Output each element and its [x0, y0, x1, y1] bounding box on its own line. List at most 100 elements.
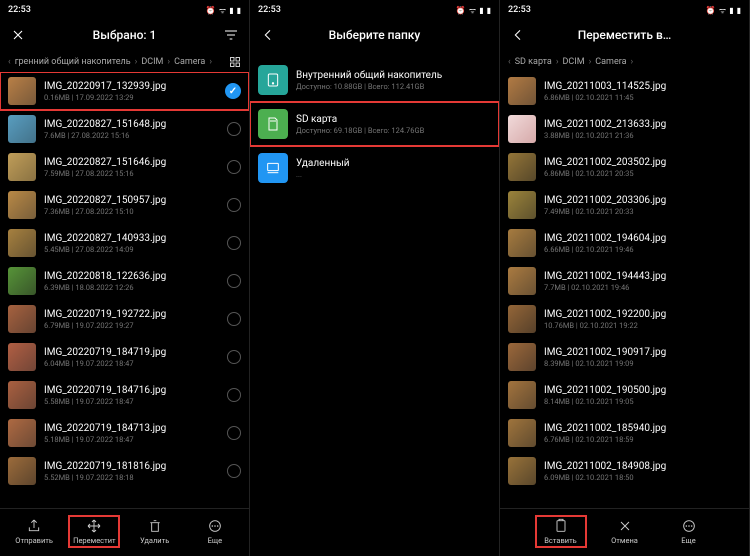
filter-icon [223, 27, 239, 43]
file-row[interactable]: IMG_20220917_132939.jpg0.16MB | 17.09.20… [0, 72, 249, 110]
file-row[interactable]: IMG_20220719_184713.jpg5.18MB | 19.07.20… [0, 414, 249, 452]
remote-icon [258, 153, 288, 183]
file-row[interactable]: IMG_20211003_114525.jpg6.86MB | 02.10.20… [500, 72, 749, 110]
checkbox-unchecked-icon[interactable] [227, 160, 241, 174]
file-row[interactable]: IMG_20211002_203502.jpg6.86MB | 02.10.20… [500, 148, 749, 186]
checkbox-unchecked-icon[interactable] [227, 236, 241, 250]
file-name: IMG_20220719_184716.jpg [44, 385, 219, 396]
chevron-left-icon [260, 27, 276, 43]
file-row[interactable]: IMG_20220818_122636.jpg6.39MB | 18.08.20… [0, 262, 249, 300]
move-icon [86, 518, 102, 534]
breadcrumb-segment: SD карта [515, 57, 552, 67]
more-button[interactable]: Еще [190, 516, 240, 547]
header-title: Выбрано: 1 [0, 28, 249, 42]
file-row[interactable]: IMG_20220827_151646.jpg7.59MB | 27.08.20… [0, 148, 249, 186]
file-meta: 7.36MB | 27.08.2022 15:10 [44, 207, 219, 216]
storage-sub: ... [296, 170, 491, 179]
file-row[interactable]: IMG_20220827_140933.jpg5.45MB | 27.08.20… [0, 224, 249, 262]
file-row[interactable]: IMG_20211002_190500.jpg8.14MB | 02.10.20… [500, 376, 749, 414]
breadcrumb[interactable]: ‹ SD карта › DCIM › Camera › [500, 52, 749, 72]
checkbox-checked-icon[interactable] [225, 83, 241, 99]
send-button[interactable]: Отправить [9, 516, 59, 547]
more-icon [207, 518, 223, 534]
storage-row[interactable]: Внутренний общий накопительДоступно: 10.… [250, 58, 499, 102]
file-row[interactable]: IMG_20211002_203306.jpg7.49MB | 02.10.20… [500, 186, 749, 224]
status-icons: ⏰ ᯤ ▮ ▮ [456, 5, 491, 16]
checkbox-unchecked-icon[interactable] [227, 274, 241, 288]
file-list[interactable]: IMG_20211003_114525.jpg6.86MB | 02.10.20… [500, 72, 749, 508]
thumbnail [508, 191, 536, 219]
storage-list[interactable]: Внутренний общий накопительДоступно: 10.… [250, 52, 499, 556]
move-button[interactable]: Переместит [69, 516, 119, 547]
file-meta: 6.76MB | 02.10.2021 18:59 [544, 435, 741, 444]
breadcrumb[interactable]: ‹ гренний общий накопитель › DCIM › Came… [0, 52, 249, 72]
file-row[interactable]: IMG_20220827_151648.jpg7.6MB | 27.08.202… [0, 110, 249, 148]
file-row[interactable]: IMG_20211002_194443.jpg7.7MB | 02.10.202… [500, 262, 749, 300]
thumbnail [8, 343, 36, 371]
filter-button[interactable] [219, 27, 239, 43]
file-row[interactable]: IMG_20211002_190917.jpg8.39MB | 02.10.20… [500, 338, 749, 376]
move-label: Переместит [73, 536, 116, 545]
paste-label: Вставить [544, 536, 577, 545]
paste-button[interactable]: Вставить [536, 516, 586, 547]
thumbnail [508, 77, 536, 105]
file-row[interactable]: IMG_20220719_184716.jpg5.58MB | 19.07.20… [0, 376, 249, 414]
thumbnail [8, 153, 36, 181]
back-button[interactable] [260, 27, 280, 43]
checkbox-unchecked-icon[interactable] [227, 122, 241, 136]
thumbnail [508, 457, 536, 485]
file-meta: 10.76MB | 02.10.2021 19:22 [544, 321, 741, 330]
delete-label: Удалить [140, 536, 169, 545]
grid-view-icon[interactable] [229, 56, 241, 68]
file-name: IMG_20220827_140933.jpg [44, 233, 219, 244]
file-row[interactable]: IMG_20220719_181816.jpg5.52MB | 19.07.20… [0, 452, 249, 490]
file-row[interactable]: IMG_20211002_185940.jpg6.76MB | 02.10.20… [500, 414, 749, 452]
storage-row[interactable]: Удаленный... [250, 146, 499, 190]
checkbox-unchecked-icon[interactable] [227, 464, 241, 478]
chevron-left-icon: ‹ [508, 57, 511, 67]
file-name: IMG_20220719_184713.jpg [44, 423, 219, 434]
checkbox-unchecked-icon[interactable] [227, 312, 241, 326]
sd-card-icon [258, 109, 288, 139]
delete-button[interactable]: Удалить [130, 516, 180, 547]
thumbnail [8, 305, 36, 333]
storage-sub: Доступно: 10.88GB | Всего: 112.41GB [296, 82, 491, 91]
checkbox-unchecked-icon[interactable] [227, 388, 241, 402]
wifi-icon: ᯤ [469, 5, 476, 16]
file-row[interactable]: IMG_20211002_192200.jpg10.76MB | 02.10.2… [500, 300, 749, 338]
file-row[interactable]: IMG_20220719_184719.jpg6.04MB | 19.07.20… [0, 338, 249, 376]
storage-row[interactable]: SD картаДоступно: 69.18GB | Всего: 124.7… [250, 102, 499, 146]
file-row[interactable]: IMG_20211002_194604.jpg6.66MB | 02.10.20… [500, 224, 749, 262]
status-time: 22:53 [258, 5, 281, 15]
wifi-icon: ᯤ [719, 5, 726, 16]
checkbox-unchecked-icon[interactable] [227, 198, 241, 212]
file-row[interactable]: IMG_20220827_150957.jpg7.36MB | 27.08.20… [0, 186, 249, 224]
file-row[interactable]: IMG_20211002_213633.jpg3.88MB | 02.10.20… [500, 110, 749, 148]
status-bar: 22:53 ⏰ ᯤ ▮ ▮ [0, 0, 249, 18]
more-button[interactable]: Еще [664, 516, 714, 547]
cancel-label: Отмена [611, 536, 638, 545]
file-name: IMG_20211002_192200.jpg [544, 309, 741, 320]
battery-icon: ▮ [237, 6, 241, 15]
status-bar: 22:53 ⏰ ᯤ ▮ ▮ [500, 0, 749, 18]
checkbox-unchecked-icon[interactable] [227, 426, 241, 440]
more-label: Еще [681, 536, 696, 545]
thumbnail [8, 115, 36, 143]
file-name: IMG_20211002_203306.jpg [544, 195, 741, 206]
thumbnail [8, 191, 36, 219]
checkbox-unchecked-icon[interactable] [227, 350, 241, 364]
file-name: IMG_20211002_194604.jpg [544, 233, 741, 244]
chevron-right-icon: › [631, 57, 634, 67]
file-list[interactable]: IMG_20220917_132939.jpg0.16MB | 17.09.20… [0, 72, 249, 508]
back-button[interactable] [510, 27, 530, 43]
status-time: 22:53 [508, 5, 531, 15]
header: Выбрано: 1 [0, 18, 249, 52]
cancel-button[interactable]: Отмена [600, 516, 650, 547]
file-row[interactable]: IMG_20211002_184908.jpg6.09MB | 02.10.20… [500, 452, 749, 490]
thumbnail [508, 267, 536, 295]
file-name: IMG_20211002_185940.jpg [544, 423, 741, 434]
file-row[interactable]: IMG_20220719_192722.jpg6.79MB | 19.07.20… [0, 300, 249, 338]
close-button[interactable] [10, 27, 30, 43]
alarm-icon: ⏰ [706, 6, 716, 15]
paste-icon [553, 518, 569, 534]
